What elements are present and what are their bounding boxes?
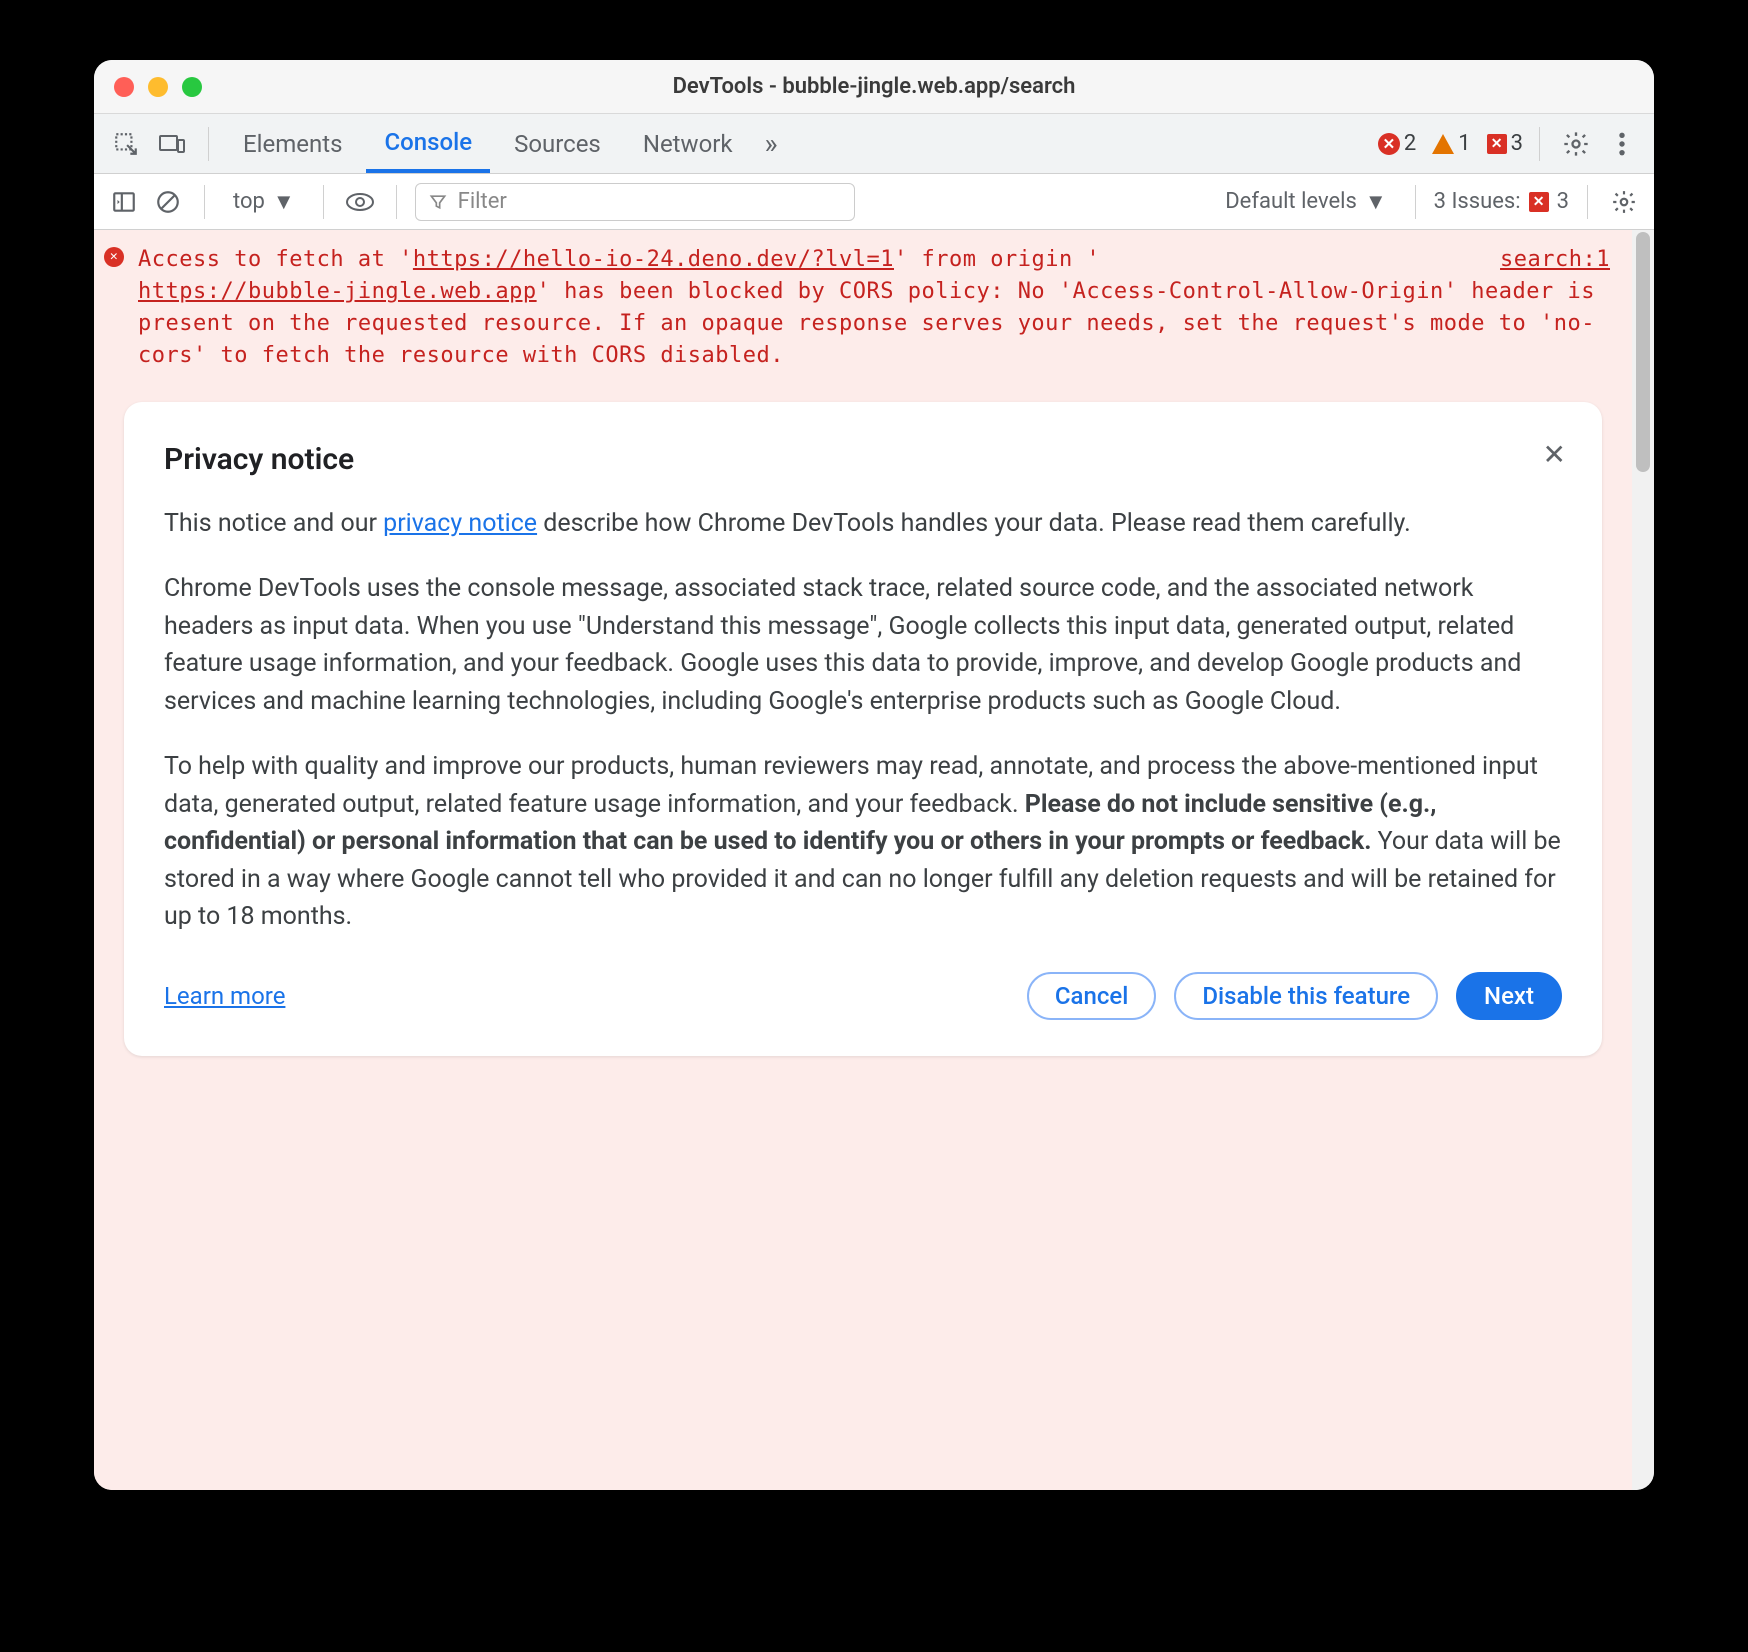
console-content: ✕ search:1 Access to fetch at 'https://h… bbox=[94, 230, 1632, 1490]
error-count: 2 bbox=[1404, 131, 1416, 156]
issue-count: 3 bbox=[1511, 131, 1523, 156]
learn-more-link[interactable]: Learn more bbox=[164, 982, 285, 1010]
card-heading: Privacy notice bbox=[164, 442, 1562, 477]
traffic-lights bbox=[114, 77, 202, 97]
tab-network[interactable]: Network bbox=[625, 114, 751, 173]
status-badges[interactable]: ✕ 2 1 ✕ 3 bbox=[1378, 131, 1523, 156]
tab-elements[interactable]: Elements bbox=[225, 114, 360, 173]
warning-badge-icon bbox=[1432, 134, 1454, 154]
minimize-window-button[interactable] bbox=[148, 77, 168, 97]
more-menu-icon[interactable] bbox=[1602, 124, 1642, 164]
close-card-button[interactable]: ✕ bbox=[1543, 438, 1566, 471]
error-badge-icon: ✕ bbox=[1378, 133, 1400, 155]
tabbar: Elements Console Sources Network » ✕ 2 1… bbox=[94, 114, 1654, 174]
close-window-button[interactable] bbox=[114, 77, 134, 97]
divider bbox=[1415, 185, 1416, 219]
clear-console-icon[interactable] bbox=[150, 184, 186, 220]
maximize-window-button[interactable] bbox=[182, 77, 202, 97]
next-button[interactable]: Next bbox=[1456, 972, 1562, 1020]
disable-feature-button[interactable]: Disable this feature bbox=[1174, 972, 1438, 1020]
levels-label: Default levels bbox=[1225, 189, 1357, 214]
issue-badge-icon: ✕ bbox=[1487, 134, 1507, 154]
divider bbox=[208, 127, 209, 161]
window-title: DevTools - bubble-jingle.web.app/search bbox=[94, 74, 1654, 99]
card-paragraph: Chrome DevTools uses the console message… bbox=[164, 570, 1562, 720]
inspect-icon[interactable] bbox=[106, 124, 146, 164]
error-icon: ✕ bbox=[104, 247, 124, 267]
issues-label: 3 Issues: bbox=[1434, 189, 1521, 214]
warning-count: 1 bbox=[1458, 131, 1470, 156]
context-label: top bbox=[233, 189, 265, 214]
filter-icon bbox=[428, 192, 448, 212]
settings-icon[interactable] bbox=[1556, 124, 1596, 164]
tab-label: Elements bbox=[243, 130, 342, 158]
device-toolbar-icon[interactable] bbox=[152, 124, 192, 164]
titlebar: DevTools - bubble-jingle.web.app/search bbox=[94, 60, 1654, 114]
privacy-notice-card: ✕ Privacy notice This notice and our pri… bbox=[124, 402, 1602, 1056]
issues-link[interactable]: 3 Issues: ✕ 3 bbox=[1434, 189, 1569, 214]
tab-label: Console bbox=[384, 128, 472, 156]
error-url-link[interactable]: https://hello-io-24.deno.dev/?lvl=1 bbox=[413, 247, 894, 272]
privacy-notice-link[interactable]: privacy notice bbox=[383, 509, 537, 538]
tab-label: Sources bbox=[514, 130, 601, 158]
more-tabs-button[interactable]: » bbox=[757, 114, 786, 173]
divider bbox=[1587, 185, 1588, 219]
card-paragraph: This notice and our privacy notice descr… bbox=[164, 505, 1562, 543]
context-selector[interactable]: top ▼ bbox=[223, 189, 305, 215]
error-source-link[interactable]: search:1 bbox=[1500, 244, 1610, 276]
issues-count: 3 bbox=[1557, 189, 1569, 214]
issue-badge-icon: ✕ bbox=[1529, 192, 1549, 212]
live-expression-icon[interactable] bbox=[342, 184, 378, 220]
card-actions: Learn more Cancel Disable this feature N… bbox=[164, 972, 1562, 1020]
log-levels-selector[interactable]: Default levels ▼ bbox=[1215, 189, 1396, 215]
error-text: Access to fetch at ' bbox=[138, 247, 413, 272]
tab-sources[interactable]: Sources bbox=[496, 114, 619, 173]
chevron-down-icon: ▼ bbox=[273, 189, 295, 215]
tab-console[interactable]: Console bbox=[366, 114, 490, 173]
devtools-window: DevTools - bubble-jingle.web.app/search … bbox=[94, 60, 1654, 1490]
cancel-button[interactable]: Cancel bbox=[1027, 972, 1156, 1020]
divider bbox=[323, 185, 324, 219]
console-settings-icon[interactable] bbox=[1606, 184, 1642, 220]
filter-input[interactable]: Filter bbox=[415, 183, 855, 221]
divider bbox=[204, 185, 205, 219]
tab-label: Network bbox=[643, 130, 733, 158]
toggle-sidebar-icon[interactable] bbox=[106, 184, 142, 220]
divider bbox=[396, 185, 397, 219]
error-text: ' from origin ' bbox=[894, 247, 1100, 272]
console-toolbar: top ▼ Filter Default levels ▼ 3 Issues: … bbox=[94, 174, 1654, 230]
scrollbar[interactable] bbox=[1632, 230, 1654, 1490]
card-paragraph: To help with quality and improve our pro… bbox=[164, 748, 1562, 936]
filter-placeholder: Filter bbox=[458, 189, 507, 214]
chevron-down-icon: ▼ bbox=[1365, 189, 1387, 215]
divider bbox=[1539, 127, 1540, 161]
console-error-message[interactable]: ✕ search:1 Access to fetch at 'https://h… bbox=[94, 230, 1632, 386]
scrollbar-thumb[interactable] bbox=[1636, 232, 1650, 472]
error-url-link[interactable]: https://bubble-jingle.web.app bbox=[138, 279, 537, 304]
chevron-double-right-icon: » bbox=[765, 127, 778, 160]
